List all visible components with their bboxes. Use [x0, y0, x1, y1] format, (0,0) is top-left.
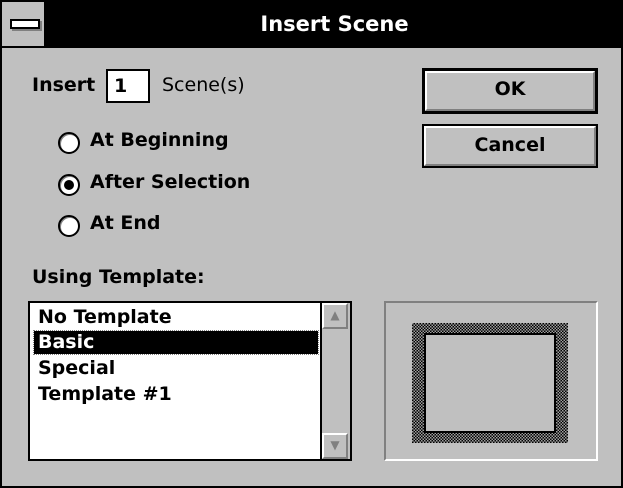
option-label: At End	[90, 212, 161, 234]
radio-icon	[58, 215, 80, 237]
radio-selected-icon	[58, 174, 80, 196]
option-label: After Selection	[90, 171, 251, 193]
list-scrollbar[interactable]: ▲ ▼	[320, 303, 350, 459]
insert-label: Insert	[32, 74, 96, 96]
template-label: Using Template:	[32, 266, 205, 288]
list-item-selected[interactable]: Basic	[33, 330, 319, 355]
scene-count-input[interactable]: 1	[106, 69, 150, 103]
scroll-up-arrow-icon[interactable]: ▲	[322, 303, 348, 329]
scenes-label: Scene(s)	[162, 74, 245, 96]
list-item[interactable]: No Template	[34, 306, 318, 329]
template-list[interactable]: No Template Basic Special Template #1 ▲ …	[28, 301, 352, 461]
title-bar: Insert Scene	[2, 2, 621, 48]
list-item[interactable]: Special	[34, 357, 318, 380]
list-item[interactable]: Template #1	[34, 383, 318, 406]
cancel-button[interactable]: Cancel	[422, 124, 598, 168]
scroll-down-arrow-icon[interactable]: ▼	[322, 433, 348, 459]
system-menu-bar-icon	[10, 19, 40, 29]
radio-icon	[58, 132, 80, 154]
system-menu-icon[interactable]	[2, 2, 46, 46]
option-label: At Beginning	[90, 129, 229, 151]
dialog-title: Insert Scene	[260, 12, 409, 36]
radio-dot-icon	[64, 180, 74, 190]
scene-frame-preview	[412, 323, 568, 443]
ok-button[interactable]: OK	[422, 68, 598, 114]
template-preview	[384, 301, 598, 461]
insert-scene-dialog: Insert Scene Insert 1 Scene(s) At Beginn…	[0, 0, 623, 488]
